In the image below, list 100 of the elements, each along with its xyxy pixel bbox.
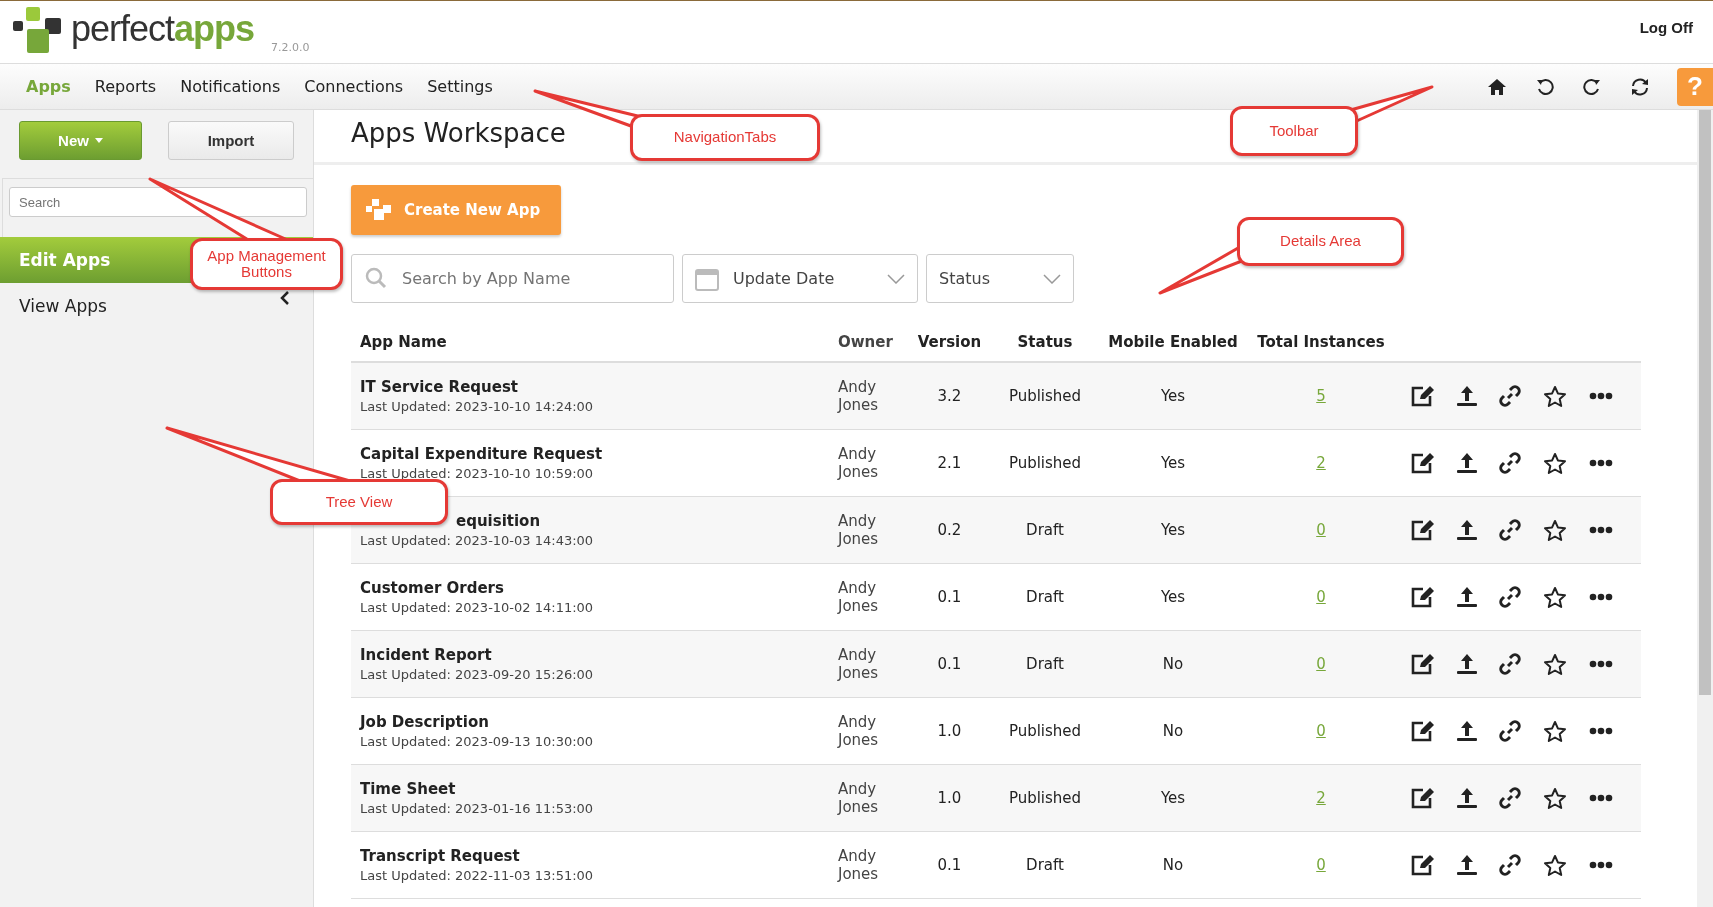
- upload-icon[interactable]: [1457, 653, 1477, 675]
- new-button[interactable]: New: [19, 121, 142, 160]
- column-header: Owner: [838, 333, 893, 351]
- link-icon[interactable]: [1499, 854, 1521, 876]
- more-icon[interactable]: [1589, 593, 1613, 601]
- more-icon[interactable]: [1589, 861, 1613, 869]
- callout: Details Area: [1237, 217, 1404, 266]
- owner-cell: Andy Jones: [838, 646, 879, 682]
- star-icon[interactable]: [1543, 384, 1567, 408]
- more-icon[interactable]: [1589, 392, 1613, 400]
- owner-cell: Andy Jones: [838, 512, 879, 548]
- edit-icon[interactable]: [1411, 653, 1435, 675]
- more-icon[interactable]: [1589, 459, 1613, 467]
- mobile-enabled-cell: Yes: [1160, 789, 1186, 807]
- upload-icon[interactable]: [1457, 586, 1477, 608]
- search-field[interactable]: Search: [9, 187, 307, 217]
- app-name: Time Sheet: [360, 780, 456, 798]
- chevron-down-icon: [887, 273, 905, 284]
- version-label: 7.2.0.0: [271, 41, 310, 54]
- log-off-link[interactable]: Log Off: [1639, 1, 1693, 36]
- status-dropdown[interactable]: Status: [926, 254, 1074, 303]
- upload-icon[interactable]: [1457, 720, 1477, 742]
- more-icon[interactable]: [1589, 526, 1613, 534]
- last-updated-text: Last Updated: 2023-10-10 10:59:00: [360, 466, 595, 481]
- upload-icon[interactable]: [1457, 854, 1477, 876]
- version-cell: 0.2: [937, 521, 962, 539]
- instances-link[interactable]: 0: [1316, 722, 1326, 740]
- version-cell: 0.1: [937, 856, 962, 874]
- last-updated-text: Last Updated: 2023-10-10 14:24:00: [360, 399, 595, 414]
- callout: Toolbar: [1230, 106, 1358, 156]
- edit-icon[interactable]: [1411, 385, 1435, 407]
- star-icon[interactable]: [1543, 652, 1567, 676]
- app-search-field[interactable]: Search by App Name: [351, 254, 674, 303]
- refresh-icon[interactable]: [1630, 77, 1650, 96]
- link-icon[interactable]: [1499, 653, 1521, 675]
- nav-tab[interactable]: Reports: [82, 77, 169, 96]
- instances-link[interactable]: 0: [1316, 856, 1326, 874]
- upload-icon[interactable]: [1457, 452, 1477, 474]
- more-icon[interactable]: [1589, 794, 1613, 802]
- nav-tab[interactable]: Settings: [415, 77, 505, 96]
- last-updated-text: Last Updated: 2023-01-16 11:53:00: [360, 801, 595, 816]
- app-name: Incident Report: [360, 646, 492, 664]
- update-date-dropdown[interactable]: Update Date: [682, 254, 918, 303]
- app-name: Job Description: [360, 713, 489, 731]
- last-updated-text: Last Updated: 2023-09-13 10:30:00: [360, 734, 595, 749]
- edit-icon[interactable]: [1411, 787, 1435, 809]
- instances-link[interactable]: 5: [1316, 387, 1326, 405]
- link-icon[interactable]: [1499, 586, 1521, 608]
- import-button[interactable]: Import: [168, 121, 294, 160]
- link-icon[interactable]: [1499, 519, 1521, 541]
- instances-link[interactable]: 0: [1316, 588, 1326, 606]
- mobile-enabled-cell: No: [1162, 655, 1184, 673]
- instances-link[interactable]: 0: [1316, 655, 1326, 673]
- link-icon[interactable]: [1499, 385, 1521, 407]
- star-icon[interactable]: [1543, 518, 1567, 542]
- star-icon[interactable]: [1543, 786, 1567, 810]
- last-updated-text: Last Updated: 2022-11-03 13:51:00: [360, 868, 595, 883]
- instances-link[interactable]: 2: [1316, 789, 1326, 807]
- caret-icon: [94, 138, 103, 143]
- help-button[interactable]: ?: [1677, 67, 1713, 106]
- nav-tab[interactable]: Apps: [14, 77, 83, 96]
- callout: App Management Buttons: [190, 238, 343, 290]
- search-icon: [365, 267, 387, 289]
- last-updated-text: Last Updated: 2023-09-20 15:26:00: [360, 667, 595, 682]
- undo-icon[interactable]: [1536, 77, 1554, 96]
- nav-tab[interactable]: Notifications: [168, 77, 293, 96]
- star-icon[interactable]: [1543, 451, 1567, 475]
- column-header: Mobile Enabled: [1108, 333, 1238, 351]
- star-icon[interactable]: [1543, 719, 1567, 743]
- instances-link[interactable]: 2: [1316, 454, 1326, 472]
- calendar-icon: [695, 266, 719, 291]
- app-name: Capital Expenditure Request: [360, 445, 603, 463]
- redo-icon[interactable]: [1583, 77, 1601, 96]
- create-new-app-button[interactable]: Create New App: [351, 185, 561, 235]
- version-cell: 0.1: [937, 588, 962, 606]
- upload-icon[interactable]: [1457, 519, 1477, 541]
- upload-icon[interactable]: [1457, 787, 1477, 809]
- upload-icon[interactable]: [1457, 385, 1477, 407]
- star-icon[interactable]: [1543, 585, 1567, 609]
- edit-icon[interactable]: [1411, 720, 1435, 742]
- nav-tab[interactable]: Connections: [292, 77, 416, 96]
- mobile-enabled-cell: Yes: [1160, 454, 1186, 472]
- star-icon[interactable]: [1543, 853, 1567, 877]
- edit-icon[interactable]: [1411, 586, 1435, 608]
- last-updated-text: Last Updated: 2023-10-02 14:11:00: [360, 600, 595, 615]
- instances-link[interactable]: 0: [1316, 521, 1326, 539]
- status-cell: Published: [1008, 722, 1082, 740]
- edit-icon[interactable]: [1411, 854, 1435, 876]
- link-icon[interactable]: [1499, 787, 1521, 809]
- edit-icon[interactable]: [1411, 452, 1435, 474]
- home-icon[interactable]: [1487, 77, 1507, 96]
- more-icon[interactable]: [1589, 660, 1613, 668]
- app-name: IT Service Request: [360, 378, 519, 396]
- scrollbar[interactable]: [1697, 110, 1713, 907]
- link-icon[interactable]: [1499, 720, 1521, 742]
- column-header: Version: [917, 333, 982, 351]
- more-icon[interactable]: [1589, 727, 1613, 735]
- edit-icon[interactable]: [1411, 519, 1435, 541]
- link-icon[interactable]: [1499, 452, 1521, 474]
- version-cell: 0.1: [937, 655, 962, 673]
